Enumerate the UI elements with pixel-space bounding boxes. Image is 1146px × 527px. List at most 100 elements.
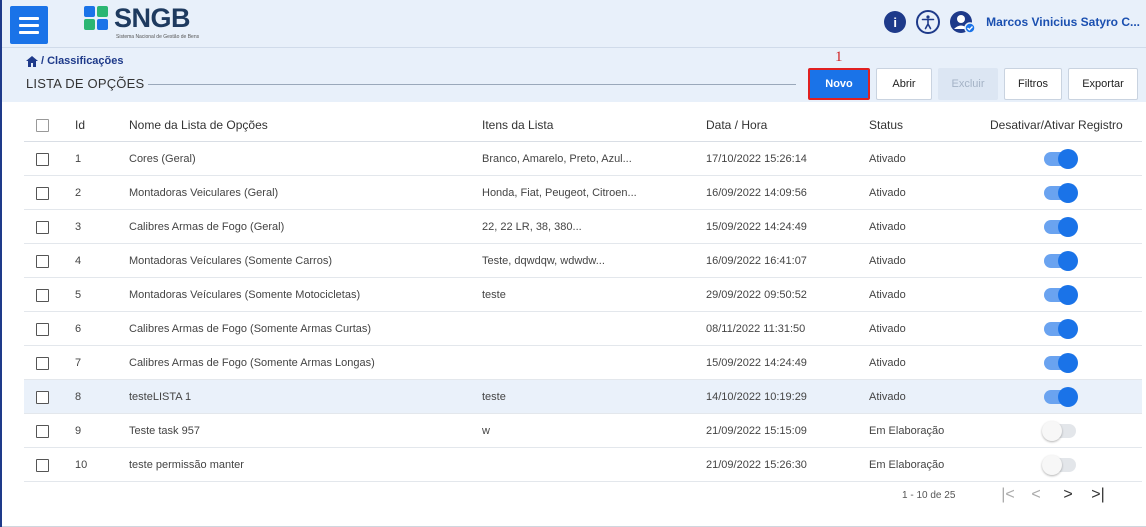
row-checkbox[interactable] bbox=[36, 186, 49, 200]
cell-status: Ativado bbox=[869, 187, 906, 199]
cell-name: Montadoras Veículares (Somente Carros) bbox=[129, 255, 332, 267]
row-checkbox[interactable] bbox=[36, 254, 49, 268]
user-name[interactable]: Marcos Vinicius Satyro C... bbox=[986, 15, 1140, 29]
accessibility-icon[interactable] bbox=[916, 10, 941, 34]
cell-name: testeLISTA 1 bbox=[129, 391, 192, 403]
export-button[interactable]: Exportar bbox=[1068, 68, 1138, 100]
cell-datetime: 14/10/2022 10:19:29 bbox=[706, 391, 807, 403]
row-checkbox[interactable] bbox=[36, 424, 49, 438]
active-toggle[interactable] bbox=[1044, 353, 1078, 373]
row-checkbox[interactable] bbox=[36, 220, 49, 234]
breadcrumb-current[interactable]: Classificações bbox=[47, 55, 123, 67]
cell-id: 8 bbox=[75, 391, 82, 403]
table-header: Id Nome da Lista de Opções Itens da List… bbox=[24, 108, 1142, 142]
active-toggle[interactable] bbox=[1042, 455, 1076, 475]
table-row[interactable]: 6 Calibres Armas de Fogo (Somente Armas C… bbox=[24, 312, 1142, 346]
logo-mark-icon bbox=[84, 4, 110, 34]
table-row[interactable]: 9 Teste task 957 w 21/09/2022 15:15:09 Em El… bbox=[24, 414, 1142, 448]
filters-button[interactable]: Filtros bbox=[1004, 68, 1062, 100]
col-header-datetime[interactable]: Data / Hora bbox=[706, 108, 767, 142]
table-row[interactable]: 5 Montadoras Veículares (Somente Motocicl… bbox=[24, 278, 1142, 312]
row-checkbox[interactable] bbox=[36, 152, 49, 166]
col-header-name[interactable]: Nome da Lista de Opções bbox=[129, 108, 268, 142]
cell-id: 9 bbox=[75, 425, 82, 437]
row-checkbox[interactable] bbox=[36, 390, 49, 404]
cell-items: 22, 22 LR, 38, 380... bbox=[482, 221, 582, 233]
user-avatar-icon[interactable] bbox=[950, 10, 976, 34]
cell-id: 4 bbox=[75, 255, 82, 267]
home-icon[interactable] bbox=[26, 55, 38, 67]
pagination: 1 - 10 de 25 |< < > >| bbox=[24, 478, 1142, 518]
col-header-id[interactable]: Id bbox=[75, 108, 85, 142]
app-logo: SNGB Sistema Nacional de Gestão de Bens bbox=[84, 3, 199, 44]
cell-status: Em Elaboração bbox=[869, 459, 945, 471]
toggle-knob bbox=[1058, 251, 1078, 271]
table-row[interactable]: 4 Montadoras Veículares (Somente Carros) T… bbox=[24, 244, 1142, 278]
step-marker: 1 bbox=[835, 49, 843, 65]
first-page-button[interactable]: |< bbox=[998, 486, 1018, 504]
cell-name: Teste task 957 bbox=[129, 425, 200, 437]
cell-id: 6 bbox=[75, 323, 82, 335]
active-toggle[interactable] bbox=[1044, 285, 1078, 305]
cell-items: Branco, Amarelo, Preto, Azul... bbox=[482, 153, 632, 165]
row-checkbox[interactable] bbox=[36, 288, 49, 302]
table-body: 1 Cores (Geral) Branco, Amarelo, Preto, Az… bbox=[24, 142, 1142, 482]
new-button[interactable]: Novo bbox=[808, 68, 870, 100]
row-checkbox[interactable] bbox=[36, 356, 49, 370]
delete-button[interactable]: Excluir bbox=[938, 68, 998, 100]
table-row[interactable]: 3 Calibres Armas de Fogo (Geral) 22, 22 LR… bbox=[24, 210, 1142, 244]
cell-name: teste permissão manter bbox=[129, 459, 244, 471]
active-toggle[interactable] bbox=[1044, 319, 1078, 339]
cell-id: 10 bbox=[75, 459, 88, 471]
last-page-button[interactable]: >| bbox=[1088, 486, 1108, 504]
cell-datetime: 15/09/2022 14:24:49 bbox=[706, 357, 807, 369]
toggle-knob bbox=[1042, 421, 1062, 441]
cell-datetime: 16/09/2022 16:41:07 bbox=[706, 255, 807, 267]
table-row[interactable]: 2 Montadoras Veiculares (Geral) Honda, Fia… bbox=[24, 176, 1142, 210]
pagination-range: 1 - 10 de 25 bbox=[902, 490, 956, 501]
toggle-knob bbox=[1058, 149, 1078, 169]
logo-subtitle: Sistema Nacional de Gestão de Bens bbox=[116, 34, 200, 40]
active-toggle[interactable] bbox=[1044, 217, 1078, 237]
cell-name: Cores (Geral) bbox=[129, 153, 196, 165]
table-row[interactable]: 7 Calibres Armas de Fogo (Somente Armas L… bbox=[24, 346, 1142, 380]
toggle-knob bbox=[1058, 285, 1078, 305]
toggle-knob bbox=[1058, 387, 1078, 407]
cell-items: Teste, dqwdqw, wdwdw... bbox=[482, 255, 605, 267]
col-header-status[interactable]: Status bbox=[869, 108, 903, 142]
cell-datetime: 16/09/2022 14:09:56 bbox=[706, 187, 807, 199]
app-frame: SNGB Sistema Nacional de Gestão de Bens … bbox=[0, 0, 1146, 527]
active-toggle[interactable] bbox=[1044, 387, 1078, 407]
cell-status: Ativado bbox=[869, 255, 906, 267]
toggle-knob bbox=[1042, 455, 1062, 475]
table-row[interactable]: 1 Cores (Geral) Branco, Amarelo, Preto, Az… bbox=[24, 142, 1142, 176]
open-button[interactable]: Abrir bbox=[876, 68, 932, 100]
breadcrumb-separator: / bbox=[41, 55, 45, 67]
row-checkbox[interactable] bbox=[36, 322, 49, 336]
active-toggle[interactable] bbox=[1044, 183, 1078, 203]
cell-id: 3 bbox=[75, 221, 82, 233]
col-header-items[interactable]: Itens da Lista bbox=[482, 108, 553, 142]
table-row[interactable]: 10 teste permissão manter 21/09/2022 15:26… bbox=[24, 448, 1142, 482]
cell-datetime: 21/09/2022 15:26:30 bbox=[706, 459, 807, 471]
info-icon[interactable]: i bbox=[884, 11, 907, 33]
cell-items: w bbox=[482, 425, 490, 437]
cell-status: Ativado bbox=[869, 323, 906, 335]
cell-id: 1 bbox=[75, 153, 82, 165]
table-row[interactable]: 8 testeLISTA 1 teste 14/10/2022 10:19:29 Ati… bbox=[24, 380, 1142, 414]
breadcrumb: / Classificações bbox=[26, 55, 124, 67]
top-actions: i Marcos Vinicius Satyro C... bbox=[884, 10, 1140, 34]
toggle-knob bbox=[1058, 353, 1078, 373]
logo-text: SNGB bbox=[114, 3, 191, 33]
next-page-button[interactable]: > bbox=[1058, 486, 1078, 504]
prev-page-button[interactable]: < bbox=[1026, 486, 1046, 504]
col-header-toggle: Desativar/Ativar Registro bbox=[990, 118, 1123, 132]
active-toggle[interactable] bbox=[1044, 149, 1078, 169]
hamburger-menu-button[interactable] bbox=[10, 6, 48, 44]
select-all-checkbox[interactable] bbox=[36, 118, 49, 132]
active-toggle[interactable] bbox=[1044, 251, 1078, 271]
cell-items: teste bbox=[482, 289, 506, 301]
row-checkbox[interactable] bbox=[36, 458, 49, 472]
cell-items: Honda, Fiat, Peugeot, Citroen... bbox=[482, 187, 637, 199]
active-toggle[interactable] bbox=[1042, 421, 1076, 441]
